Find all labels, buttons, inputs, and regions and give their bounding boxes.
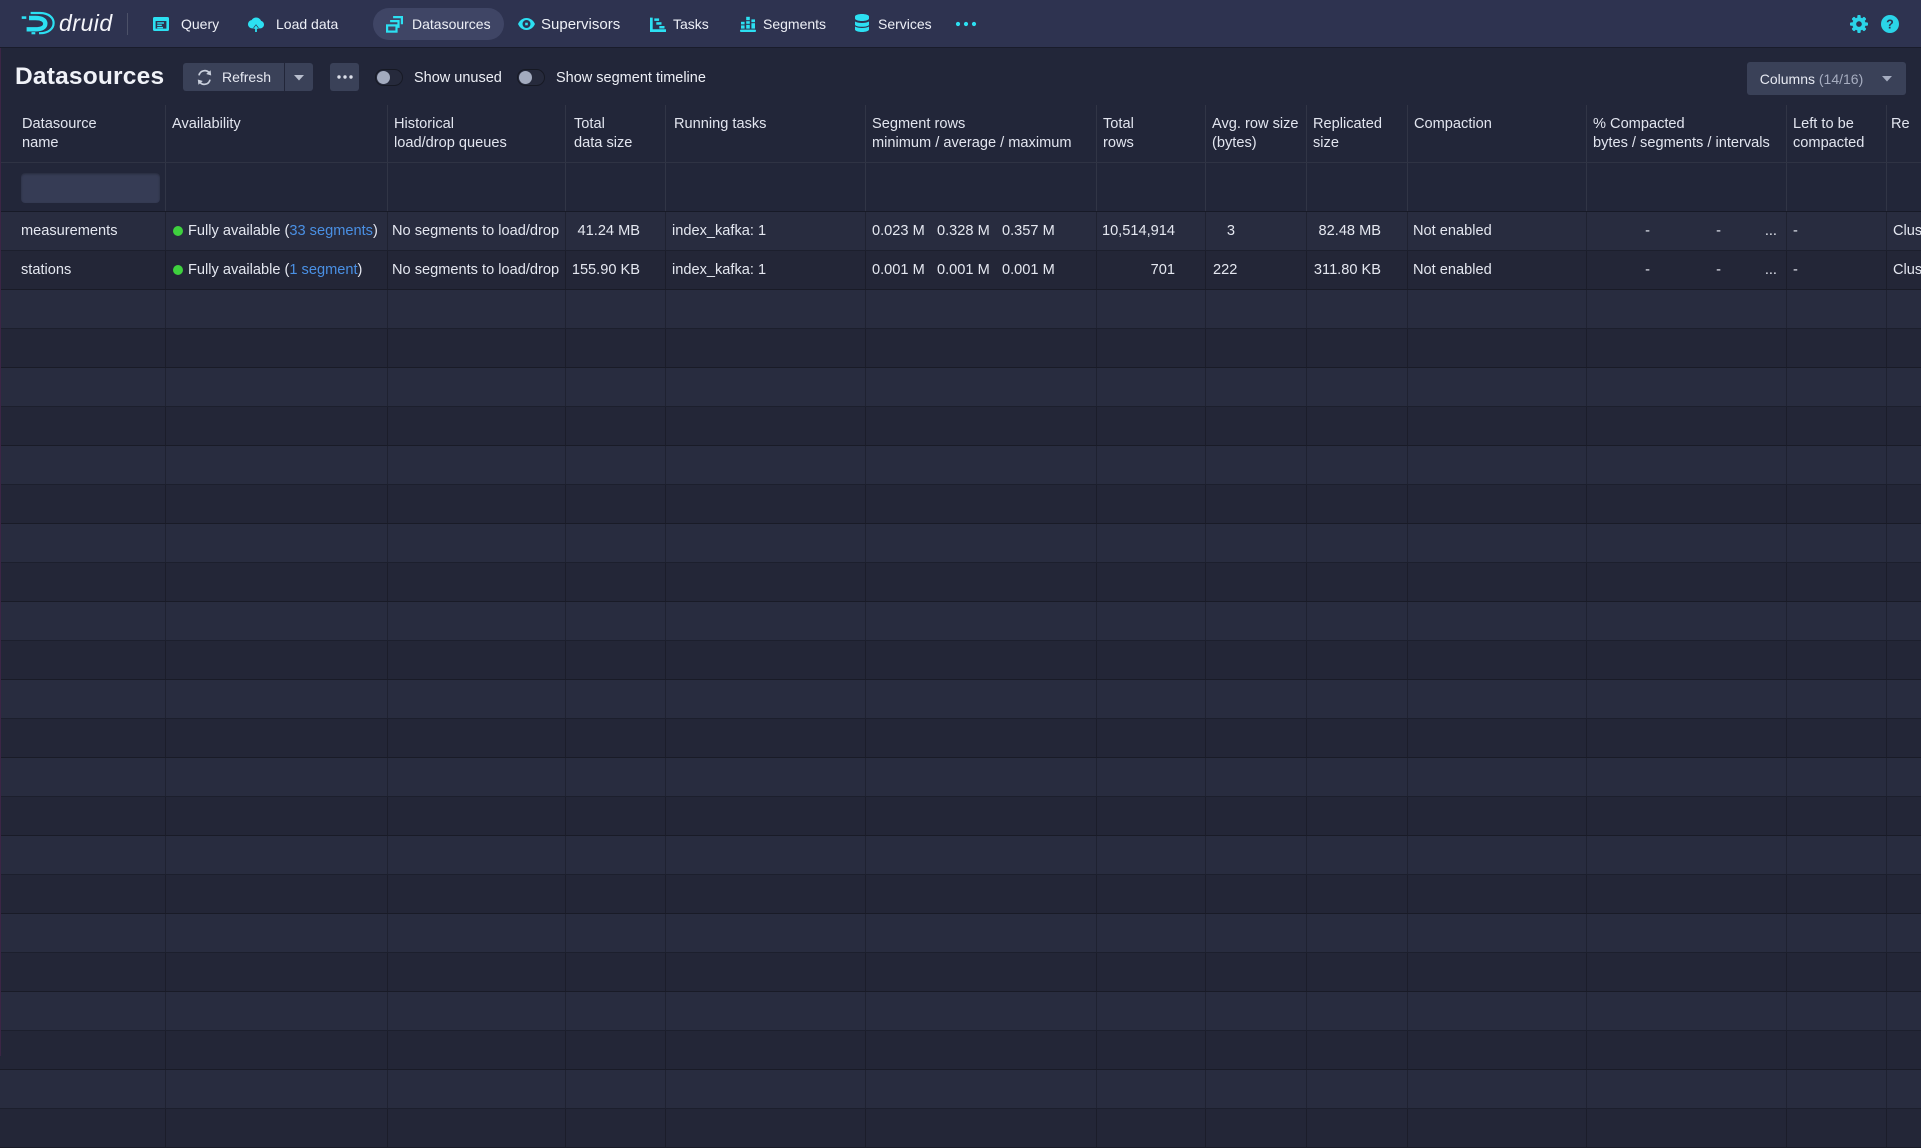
svg-text:?: ? <box>1886 17 1894 31</box>
